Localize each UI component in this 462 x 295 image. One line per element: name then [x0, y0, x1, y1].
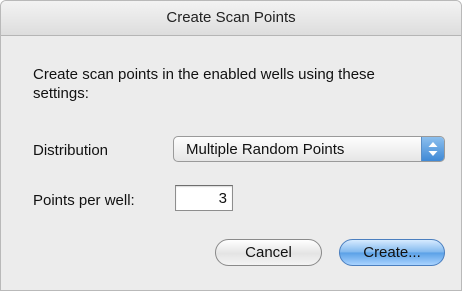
distribution-label: Distribution — [33, 142, 109, 159]
points-per-well-field-frame — [175, 185, 233, 211]
dialog-content: Create scan points in the enabled wells … — [1, 36, 461, 290]
create-button[interactable]: Create... — [339, 239, 445, 266]
dialog-description: Create scan points in the enabled wells … — [33, 66, 375, 102]
dialog-title: Create Scan Points — [1, 1, 461, 36]
up-down-arrows-icon[interactable] — [421, 137, 444, 161]
cancel-button[interactable]: Cancel — [215, 239, 322, 266]
distribution-selected-value: Multiple Random Points — [186, 141, 345, 158]
create-scan-points-dialog: Create Scan Points Create scan points in… — [0, 0, 462, 291]
points-per-well-input[interactable] — [176, 186, 232, 210]
points-per-well-label: Points per well: — [33, 192, 135, 209]
distribution-popup[interactable]: Multiple Random Points — [173, 136, 445, 162]
